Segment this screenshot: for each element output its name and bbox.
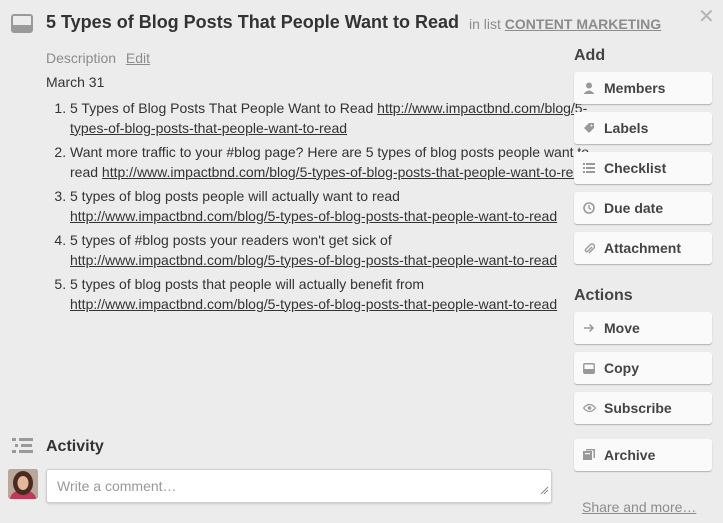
archive-button[interactable]: Archive xyxy=(574,439,712,471)
list-name-link[interactable]: CONTENT MARKETING xyxy=(505,16,661,32)
edit-description-link[interactable]: Edit xyxy=(126,50,150,66)
card-icon xyxy=(11,14,33,39)
share-and-more-link[interactable]: Share and more… xyxy=(582,499,696,515)
activity-title: Activity xyxy=(46,438,104,455)
description-list: 5 Types of Blog Posts That People Want t… xyxy=(46,99,590,319)
comment-field[interactable] xyxy=(46,469,552,503)
archive-icon xyxy=(574,449,604,461)
due-date-button[interactable]: Due date xyxy=(574,192,712,224)
attachment-button[interactable]: Attachment xyxy=(574,232,712,264)
list-item-text: 5 Types of Blog Posts That People Want t… xyxy=(70,100,378,116)
list-item: 5 types of blog posts people will actual… xyxy=(70,187,590,226)
list-item: 5 types of blog posts that people will a… xyxy=(70,275,590,314)
checklist-icon xyxy=(574,162,604,174)
eye-icon xyxy=(574,403,604,413)
subscribe-label: Subscribe xyxy=(604,400,672,416)
list-info: in list CONTENT MARKETING xyxy=(469,16,661,32)
close-icon[interactable]: ✕ xyxy=(698,4,715,29)
resize-handle-icon[interactable] xyxy=(540,482,549,500)
move-button[interactable]: Move xyxy=(574,312,712,344)
arrow-right-icon xyxy=(574,322,604,334)
list-item-text: 5 types of blog posts that people will a… xyxy=(70,276,425,292)
description-label: Description xyxy=(46,50,117,66)
members-label: Members xyxy=(604,80,666,96)
list-item-link[interactable]: http://www.impactbnd.com/blog/5-types-of… xyxy=(70,208,557,224)
list-item-text: 5 types of #blog posts your readers won'… xyxy=(70,232,392,248)
actions-heading: Actions xyxy=(574,287,633,304)
add-heading: Add xyxy=(574,47,606,64)
subscribe-button[interactable]: Subscribe xyxy=(574,392,712,424)
card-title[interactable]: 5 Types of Blog Posts That People Want t… xyxy=(46,12,459,33)
copy-button[interactable]: Copy xyxy=(574,352,712,384)
labels-label: Labels xyxy=(604,120,649,136)
archive-label: Archive xyxy=(604,447,656,463)
list-item: Want more traffic to your #blog page? He… xyxy=(70,143,590,182)
copy-label: Copy xyxy=(604,360,639,376)
due-date-label: Due date xyxy=(604,200,664,216)
comment-input[interactable] xyxy=(47,470,547,502)
list-item-link[interactable]: http://www.impactbnd.com/blog/5-types-of… xyxy=(70,252,557,268)
description-header: Description Edit xyxy=(46,50,150,66)
list-item-link[interactable]: http://www.impactbnd.com/blog/5-types-of… xyxy=(102,164,589,180)
move-label: Move xyxy=(604,320,640,336)
list-item: 5 types of #blog posts your readers won'… xyxy=(70,231,590,270)
list-item-text: 5 types of blog posts people will actual… xyxy=(70,188,400,204)
checklist-button[interactable]: Checklist xyxy=(574,152,712,184)
checklist-label: Checklist xyxy=(604,160,667,176)
list-item: 5 Types of Blog Posts That People Want t… xyxy=(70,99,590,138)
members-button[interactable]: Members xyxy=(574,72,712,104)
list-item-link[interactable]: http://www.impactbnd.com/blog/5-types-of… xyxy=(70,296,557,312)
avatar xyxy=(8,469,38,499)
labels-button[interactable]: Labels xyxy=(574,112,712,144)
person-icon xyxy=(574,82,604,94)
clock-icon xyxy=(574,202,604,214)
tag-icon xyxy=(574,122,604,134)
description-date: March 31 xyxy=(46,74,105,90)
in-list-prefix: in list xyxy=(469,16,501,32)
card-icon xyxy=(574,362,604,374)
paperclip-icon xyxy=(574,242,604,255)
activity-list-icon xyxy=(12,437,34,460)
attachment-label: Attachment xyxy=(604,240,682,256)
